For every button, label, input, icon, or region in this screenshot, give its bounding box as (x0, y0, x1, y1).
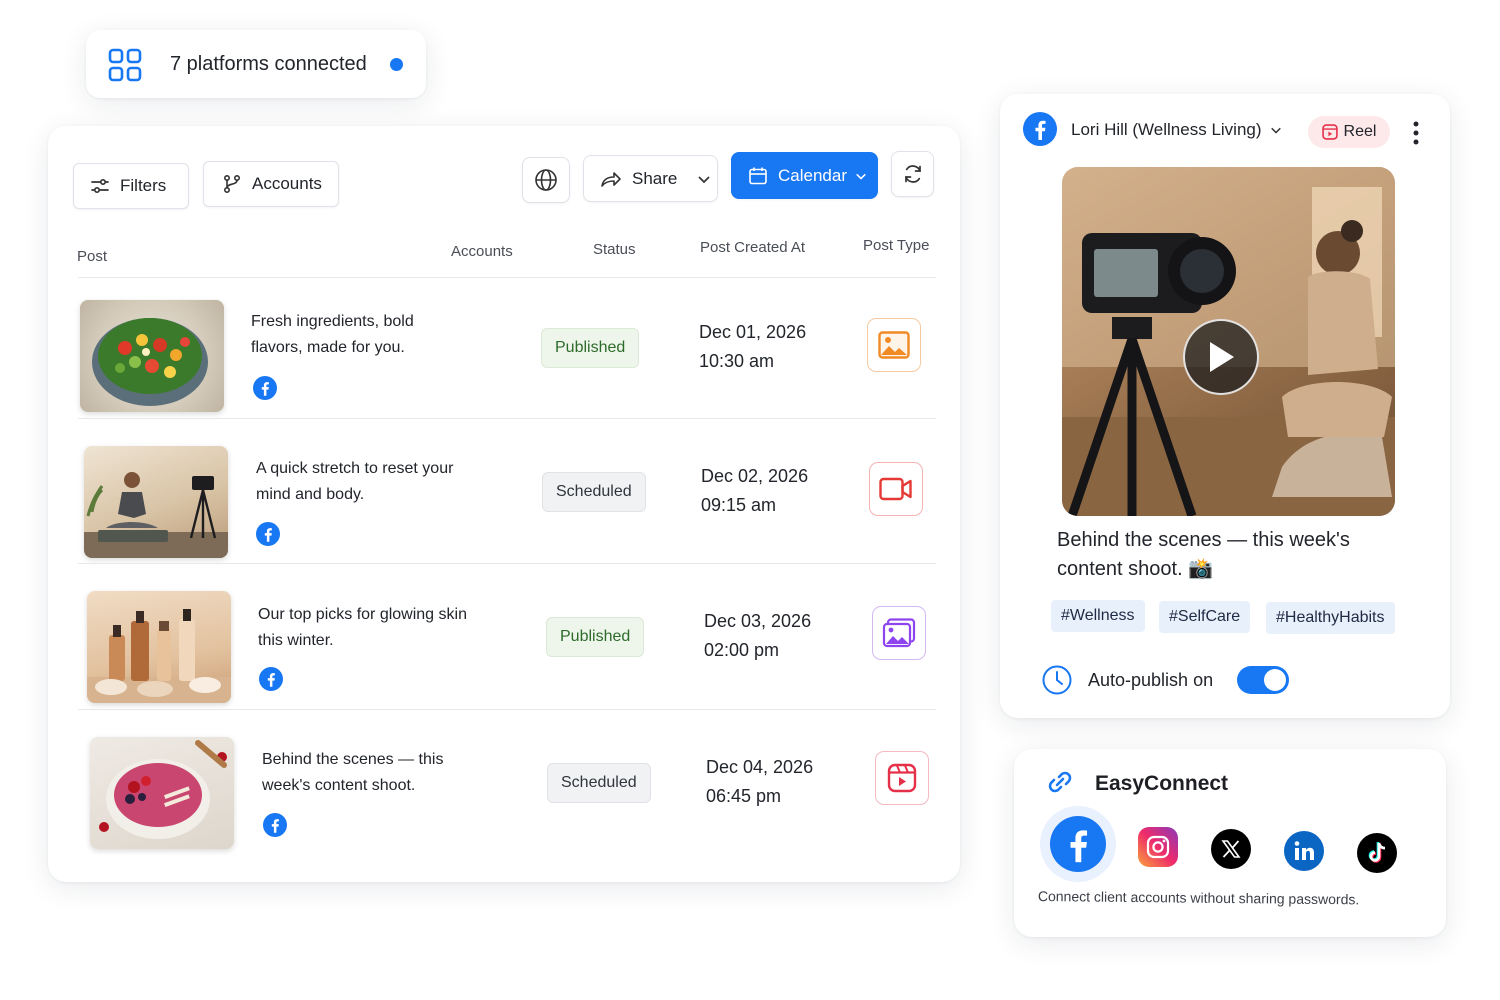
x-connect-button[interactable] (1211, 829, 1251, 869)
facebook-icon (263, 813, 287, 837)
facebook-icon (253, 376, 277, 400)
header-post-type: Post Type (863, 237, 930, 254)
post-type-reel[interactable] (875, 751, 929, 805)
status-badge: Published (541, 328, 640, 368)
linkedin-icon (1294, 841, 1314, 860)
share-button[interactable]: Share (583, 155, 718, 202)
accounts-button[interactable]: Accounts (203, 161, 339, 207)
post-thumbnail-smoothie-bowl[interactable] (90, 737, 234, 849)
instagram-connect-button[interactable] (1138, 827, 1178, 867)
header-post: Post (77, 248, 108, 265)
header-divider (78, 277, 936, 278)
post-text: A quick stretch to reset your mind and b… (256, 460, 454, 503)
chevron-down-icon (1270, 127, 1281, 134)
filters-button[interactable]: Filters (73, 163, 189, 209)
toggle-knob (1264, 669, 1286, 691)
status-badge: Scheduled (547, 763, 651, 803)
easyconnect-title: EasyConnect (1095, 772, 1229, 795)
facebook-icon (256, 522, 280, 546)
row-divider (78, 418, 936, 419)
platforms-connected-text: 7 platforms connected (170, 53, 367, 75)
post-type-video[interactable] (869, 462, 923, 516)
post-thumbnail-yoga[interactable] (84, 446, 228, 558)
play-icon (1210, 342, 1234, 372)
instagram-icon (1146, 835, 1170, 859)
refresh-icon (904, 165, 921, 183)
autopublish-label: Auto-publish on (1088, 670, 1214, 690)
connected-status-dot (390, 58, 403, 71)
autopublish-toggle[interactable] (1237, 666, 1289, 694)
post-date: Dec 02, 2026 09:15 am (701, 466, 809, 515)
post-date: Dec 01, 2026 10:30 am (699, 322, 807, 371)
hashtag-chip[interactable]: #SelfCare (1159, 601, 1251, 633)
linkedin-connect-button[interactable] (1284, 831, 1324, 871)
calendar-icon (749, 167, 767, 184)
skincare-products-image (87, 609, 231, 703)
link-icon (1048, 771, 1072, 793)
post-text: Fresh ingredients, bold flavors, made fo… (251, 313, 414, 356)
reel-icon (1321, 124, 1338, 140)
sliders-icon (91, 178, 109, 194)
post-type-image[interactable] (867, 318, 921, 372)
post-text: Behind the scenes — this week's content … (262, 751, 444, 794)
hashtag-chip[interactable]: #HealthyHabits (1266, 602, 1395, 634)
account-selector[interactable]: Lori Hill (Wellness Living) (1071, 120, 1282, 140)
video-preview[interactable] (1062, 167, 1395, 516)
refresh-button[interactable] (891, 151, 934, 197)
post-text: Our top picks for glowing skin this wint… (258, 606, 467, 649)
tiktok-icon (1368, 842, 1386, 863)
post-thumbnail-skincare[interactable] (87, 591, 231, 703)
hashtag-chip[interactable]: #Wellness (1051, 600, 1145, 632)
header-created: Post Created At (700, 239, 806, 256)
reel-type-badge: Reel (1308, 116, 1390, 148)
status-badge: Scheduled (542, 472, 646, 512)
image-icon (878, 331, 910, 359)
post-date: Dec 04, 2026 06:45 pm (706, 757, 814, 806)
chevron-down-icon (856, 173, 866, 180)
post-type-carousel[interactable] (872, 606, 926, 660)
facebook-connect-button[interactable] (1040, 806, 1116, 882)
x-icon (1221, 840, 1241, 858)
salad-bowl-image (92, 318, 208, 406)
smoothie-bowl-image (99, 740, 227, 839)
post-date: Dec 03, 2026 02:00 pm (704, 611, 812, 660)
header-status: Status (593, 241, 636, 258)
chevron-down-icon (698, 175, 710, 183)
post-thumbnail-salad[interactable] (80, 300, 224, 412)
reel-icon (887, 763, 917, 793)
status-badge: Published (546, 617, 645, 657)
header-accounts: Accounts (451, 243, 513, 260)
facebook-icon (1050, 816, 1106, 872)
branch-icon (223, 174, 241, 194)
grid-icon (108, 48, 142, 82)
filters-label: Filters (120, 176, 167, 195)
accounts-label: Accounts (252, 174, 322, 193)
share-label: Share (632, 168, 678, 188)
facebook-icon (1023, 112, 1057, 146)
tiktok-connect-button[interactable] (1357, 833, 1397, 873)
row-divider (78, 709, 936, 710)
play-button[interactable] (1183, 319, 1259, 395)
more-options-icon[interactable] (1409, 120, 1423, 146)
globe-button[interactable] (522, 157, 570, 203)
gallery-icon (882, 618, 916, 648)
account-name: Lori Hill (Wellness Living) (1071, 120, 1262, 139)
calendar-label: Calendar (778, 165, 847, 185)
video-camera-icon (879, 477, 912, 501)
globe-icon (535, 169, 557, 191)
yoga-camera-image (84, 472, 228, 558)
calendar-button[interactable]: Calendar (731, 152, 878, 199)
facebook-icon (259, 667, 283, 691)
preview-caption: Behind the scenes — this week's content … (1057, 529, 1350, 580)
share-arrow-icon (601, 171, 621, 187)
platforms-connected-badge[interactable]: 7 platforms connected (86, 30, 426, 98)
clock-icon (1042, 665, 1072, 695)
row-divider (78, 563, 936, 564)
